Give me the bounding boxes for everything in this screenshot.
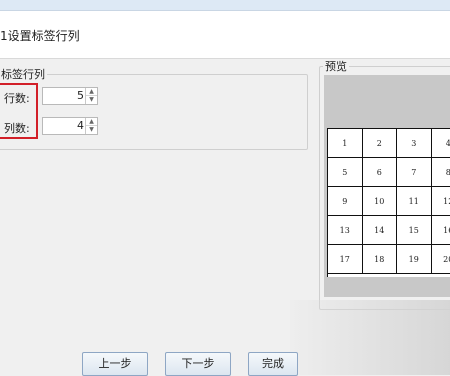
- label-rowcol-group: 标签行列: [0, 66, 308, 150]
- preview-cell: 8: [432, 158, 450, 187]
- preview-label-grid: 1234567891011121314151617181920: [327, 128, 450, 277]
- preview-cell: 18: [363, 245, 398, 274]
- finish-button[interactable]: 完成: [248, 352, 298, 376]
- preview-cell: 19: [397, 245, 432, 274]
- spin-down-icon[interactable]: ▼: [86, 126, 97, 133]
- preview-cell: 5: [328, 158, 363, 187]
- rows-spin-buttons[interactable]: ▲ ▼: [85, 88, 97, 104]
- preview-row: 5678: [328, 158, 450, 187]
- cols-label: 列数:: [4, 120, 30, 136]
- spin-up-icon[interactable]: ▲: [86, 88, 97, 96]
- preview-cell: 1: [328, 129, 363, 158]
- wizard-header: 1设置标签行列: [0, 11, 450, 59]
- rows-value: 5: [77, 89, 84, 102]
- preview-row: 1234: [328, 129, 450, 158]
- cols-spin-buttons[interactable]: ▲ ▼: [85, 118, 97, 134]
- preview-cell: 12: [432, 187, 450, 216]
- image-overlay: [290, 300, 450, 375]
- preview-row: 13141516: [328, 216, 450, 245]
- preview-row: 17181920: [328, 245, 450, 274]
- preview-cell: 14: [363, 216, 398, 245]
- preview-cell: 17: [328, 245, 363, 274]
- preview-row: 9101112: [328, 187, 450, 216]
- preview-cell: 4: [432, 129, 450, 158]
- cols-spinner[interactable]: 4 ▲ ▼: [42, 117, 98, 135]
- preview-cell: 11: [397, 187, 432, 216]
- preview-cell: 15: [397, 216, 432, 245]
- group-legend: 标签行列: [0, 66, 47, 82]
- rows-label: 行数:: [4, 90, 30, 106]
- window-top-strip: [0, 0, 450, 11]
- preview-cell: 20: [432, 245, 450, 274]
- preview-cell: 6: [363, 158, 398, 187]
- preview-cell: 13: [328, 216, 363, 245]
- preview-cell: 16: [432, 216, 450, 245]
- spin-up-icon[interactable]: ▲: [86, 118, 97, 126]
- preview-cell: 9: [328, 187, 363, 216]
- page-title: 1设置标签行列: [0, 27, 80, 44]
- preview-cell: 3: [397, 129, 432, 158]
- next-button[interactable]: 下一步: [165, 352, 231, 376]
- preview-legend: 预览: [323, 58, 349, 74]
- spin-down-icon[interactable]: ▼: [86, 96, 97, 103]
- cols-value: 4: [77, 119, 84, 132]
- preview-cell: 10: [363, 187, 398, 216]
- prev-button[interactable]: 上一步: [82, 352, 148, 376]
- preview-cell: 7: [397, 158, 432, 187]
- rows-spinner[interactable]: 5 ▲ ▼: [42, 87, 98, 105]
- preview-cell: 2: [363, 129, 398, 158]
